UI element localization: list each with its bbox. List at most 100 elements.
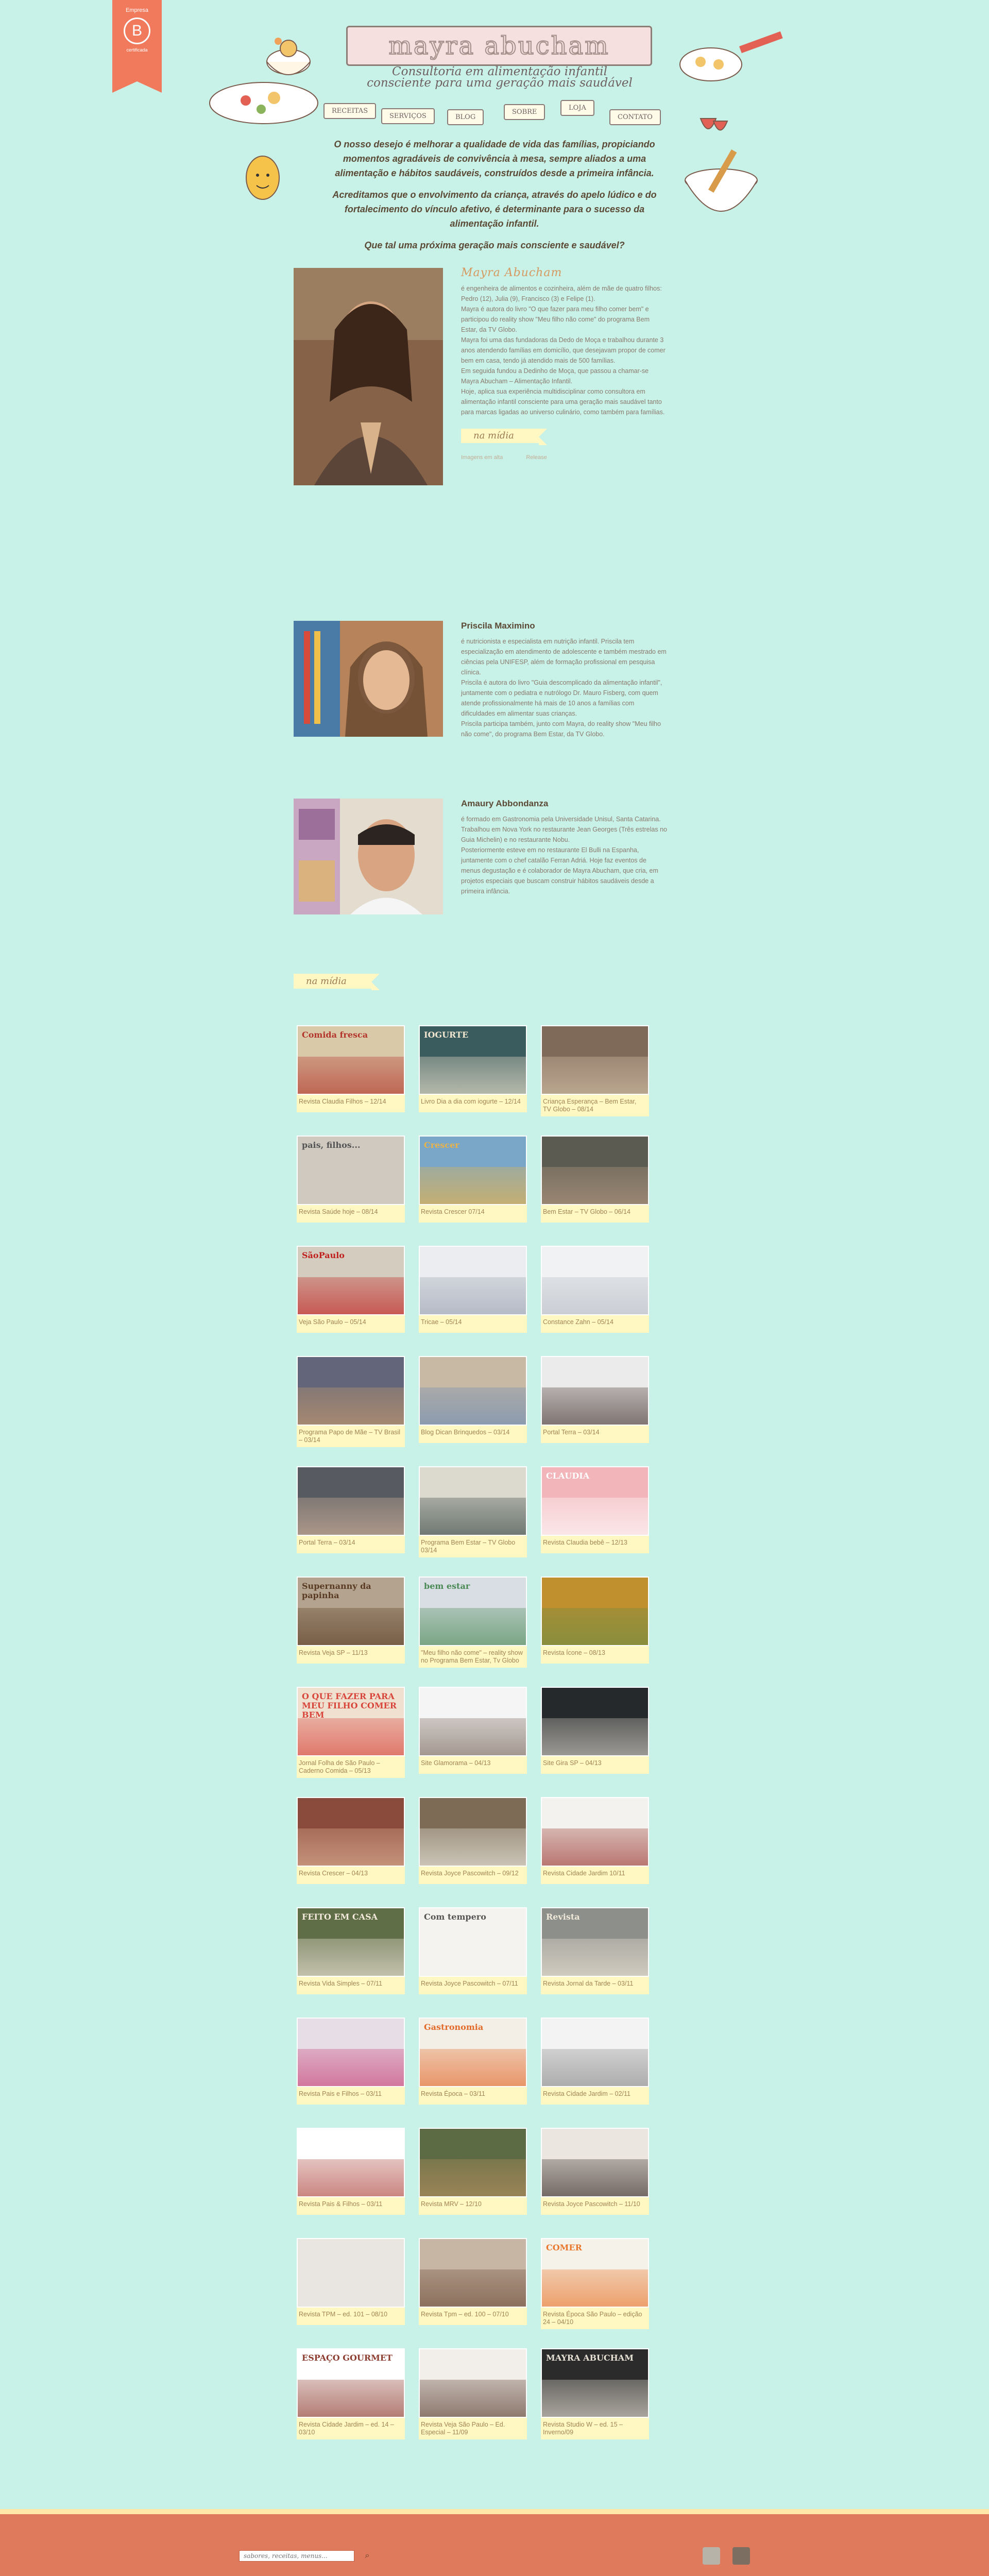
media-card[interactable]: IOGURTE Livro Dia a dia com iogurte – 12/… xyxy=(419,1025,527,1112)
media-card[interactable]: Revista Pais & Filhos – 03/11 xyxy=(297,2128,405,2215)
media-caption[interactable]: Revista Cidade Jardim – 02/11 xyxy=(541,2087,649,2105)
media-caption[interactable]: Revista TPM – ed. 101 – 08/10 xyxy=(297,2308,405,2325)
media-caption[interactable]: Bem Estar – TV Globo – 06/14 xyxy=(541,1205,649,1223)
media-thumbnail[interactable]: Gastronomia xyxy=(419,2018,527,2087)
link-imagens[interactable]: Imagens em alta xyxy=(461,454,503,461)
media-card[interactable]: pais, filhos... Revista Saúde hoje – 08/1… xyxy=(297,1136,405,1223)
media-caption[interactable]: Revista Crescer – 04/13 xyxy=(297,1867,405,1884)
media-card[interactable]: Gastronomia Revista Época – 03/11 xyxy=(419,2018,527,2105)
nav-contato[interactable]: contato xyxy=(609,109,661,125)
nav-servicos[interactable]: serviços xyxy=(381,108,435,124)
media-thumbnail[interactable] xyxy=(419,2238,527,2308)
media-card[interactable]: ESPAÇO GOURMET Revista Cidade Jardim – ed… xyxy=(297,2348,405,2439)
media-thumbnail[interactable]: IOGURTE xyxy=(419,1025,527,1095)
site-title-banner[interactable]: mayra abucham xyxy=(346,26,652,66)
media-caption[interactable]: Revista Claudia Filhos – 12/14 xyxy=(297,1095,405,1112)
nav-blog[interactable]: blog xyxy=(447,109,484,125)
media-thumbnail[interactable]: Crescer xyxy=(419,1136,527,1205)
media-card[interactable]: Revista Revista Jornal da Tarde – 03/11 xyxy=(541,1907,649,1994)
media-card[interactable]: Revista Tpm – ed. 100 – 07/10 xyxy=(419,2238,527,2325)
media-caption[interactable]: Portal Terra – 03/14 xyxy=(541,1426,649,1443)
media-caption[interactable]: Constance Zahn – 05/14 xyxy=(541,1315,649,1333)
media-card[interactable]: Bem Estar – TV Globo – 06/14 xyxy=(541,1136,649,1223)
media-card[interactable]: Revista Ícone – 08/13 xyxy=(541,1577,649,1664)
media-thumbnail[interactable] xyxy=(419,2348,527,2418)
media-caption[interactable]: Tricae – 05/14 xyxy=(419,1315,527,1333)
media-thumbnail[interactable]: bem estar xyxy=(419,1577,527,1646)
media-caption[interactable]: Livro Dia a dia com iogurte – 12/14 xyxy=(419,1095,527,1112)
media-caption[interactable]: Revista Pais & Filhos – 03/11 xyxy=(297,2197,405,2215)
media-caption[interactable]: Revista Vida Simples – 07/11 xyxy=(297,1977,405,1994)
media-card[interactable]: bem estar "Meu filho não come" – reality … xyxy=(419,1577,527,1668)
media-caption[interactable]: Revista Joyce Pascowitch – 09/12 xyxy=(419,1867,527,1884)
b-corp-badge[interactable]: Empresa B certificada xyxy=(112,0,162,93)
media-card[interactable]: Revista TPM – ed. 101 – 08/10 xyxy=(297,2238,405,2325)
media-caption[interactable]: Revista Jornal da Tarde – 03/11 xyxy=(541,1977,649,1994)
media-card[interactable]: Supernanny da papinha Revista Veja SP – 1… xyxy=(297,1577,405,1664)
media-thumbnail[interactable] xyxy=(541,1687,649,1756)
media-caption[interactable]: Veja São Paulo – 05/14 xyxy=(297,1315,405,1333)
media-thumbnail[interactable]: CLAUDIA xyxy=(541,1466,649,1536)
media-thumbnail[interactable] xyxy=(541,1025,649,1095)
media-caption[interactable]: Revista Cidade Jardim 10/11 xyxy=(541,1867,649,1884)
media-card[interactable]: Revista Pais e Filhos – 03/11 xyxy=(297,2018,405,2105)
media-caption[interactable]: Revista Studio W – ed. 15 – Inverno/09 xyxy=(541,2418,649,2439)
media-caption[interactable]: Revista MRV – 12/10 xyxy=(419,2197,527,2215)
link-release[interactable]: Release xyxy=(526,454,547,461)
media-thumbnail[interactable]: ESPAÇO GOURMET xyxy=(297,2348,405,2418)
media-card[interactable]: Site Gira SP – 04/13 xyxy=(541,1687,649,1774)
media-thumbnail[interactable] xyxy=(541,2018,649,2087)
media-caption[interactable]: Revista Saúde hoje – 08/14 xyxy=(297,1205,405,1223)
media-card[interactable]: Site Glamorama – 04/13 xyxy=(419,1687,527,1774)
media-card[interactable]: FEITO EM CASA Revista Vida Simples – 07/1… xyxy=(297,1907,405,1994)
media-card[interactable]: Revista Joyce Pascowitch – 11/10 xyxy=(541,2128,649,2215)
media-caption[interactable]: Portal Terra – 03/14 xyxy=(297,1536,405,1553)
media-card[interactable]: Programa Bem Estar – TV Globo 03/14 xyxy=(419,1466,527,1557)
media-thumbnail[interactable] xyxy=(541,1136,649,1205)
media-thumbnail[interactable] xyxy=(297,1356,405,1426)
media-card[interactable]: Revista Cidade Jardim 10/11 xyxy=(541,1797,649,1884)
media-thumbnail[interactable] xyxy=(541,1797,649,1867)
media-card[interactable]: Constance Zahn – 05/14 xyxy=(541,1246,649,1333)
nav-receitas[interactable]: receitas xyxy=(323,103,377,119)
media-caption[interactable]: Revista Ícone – 08/13 xyxy=(541,1646,649,1664)
media-card[interactable]: Revista Crescer – 04/13 xyxy=(297,1797,405,1884)
media-thumbnail[interactable] xyxy=(541,1246,649,1315)
media-card[interactable]: SãoPaulo Veja São Paulo – 05/14 xyxy=(297,1246,405,1333)
media-caption[interactable]: Revista Joyce Pascowitch – 07/11 xyxy=(419,1977,527,1994)
media-caption[interactable]: Revista Veja São Paulo – Ed. Especial – … xyxy=(419,2418,527,2439)
media-thumbnail[interactable]: Revista xyxy=(541,1907,649,1977)
media-card[interactable]: Crescer Revista Crescer 07/14 xyxy=(419,1136,527,1223)
media-thumbnail[interactable] xyxy=(297,2238,405,2308)
media-card[interactable]: Revista MRV – 12/10 xyxy=(419,2128,527,2215)
media-thumbnail[interactable] xyxy=(419,1797,527,1867)
media-caption[interactable]: Revista Cidade Jardim – ed. 14 – 03/10 xyxy=(297,2418,405,2439)
media-thumbnail[interactable] xyxy=(419,1356,527,1426)
media-card[interactable]: Revista Veja São Paulo – Ed. Especial – … xyxy=(419,2348,527,2439)
footer-search-input[interactable] xyxy=(239,2550,354,2562)
media-thumbnail[interactable]: pais, filhos... xyxy=(297,1136,405,1205)
media-caption[interactable]: Criança Esperança – Bem Estar, TV Globo … xyxy=(541,1095,649,1116)
media-thumbnail[interactable] xyxy=(541,2128,649,2197)
instagram-icon[interactable] xyxy=(732,2547,750,2565)
media-card[interactable]: Portal Terra – 03/14 xyxy=(541,1356,649,1443)
search-icon[interactable]: ⌕ xyxy=(362,2550,373,2562)
media-caption[interactable]: Revista Tpm – ed. 100 – 07/10 xyxy=(419,2308,527,2325)
media-thumbnail[interactable]: FEITO EM CASA xyxy=(297,1907,405,1977)
media-caption[interactable]: Revista Época São Paulo – edição 24 – 04… xyxy=(541,2308,649,2329)
media-card[interactable]: CLAUDIA Revista Claudia bebê – 12/13 xyxy=(541,1466,649,1553)
media-card[interactable]: COMER Revista Época São Paulo – edição 24… xyxy=(541,2238,649,2329)
media-thumbnail[interactable]: Comida fresca xyxy=(297,1025,405,1095)
media-card[interactable]: Revista Joyce Pascowitch – 09/12 xyxy=(419,1797,527,1884)
media-thumbnail[interactable] xyxy=(541,1356,649,1426)
media-thumbnail[interactable] xyxy=(297,2018,405,2087)
media-caption[interactable]: Revista Pais e Filhos – 03/11 xyxy=(297,2087,405,2105)
media-caption[interactable]: Revista Claudia bebê – 12/13 xyxy=(541,1536,649,1553)
pinterest-icon[interactable] xyxy=(703,2547,720,2565)
media-thumbnail[interactable]: COMER xyxy=(541,2238,649,2308)
na-midia-tag[interactable]: na mídia xyxy=(461,429,547,445)
media-card[interactable]: O QUE FAZER PARA MEU FILHO COMER BEM Jorn… xyxy=(297,1687,405,1778)
media-thumbnail[interactable] xyxy=(419,1687,527,1756)
media-caption[interactable]: Site Glamorama – 04/13 xyxy=(419,1756,527,1774)
media-caption[interactable]: Programa Papo de Mãe – TV Brasil – 03/14 xyxy=(297,1426,405,1447)
